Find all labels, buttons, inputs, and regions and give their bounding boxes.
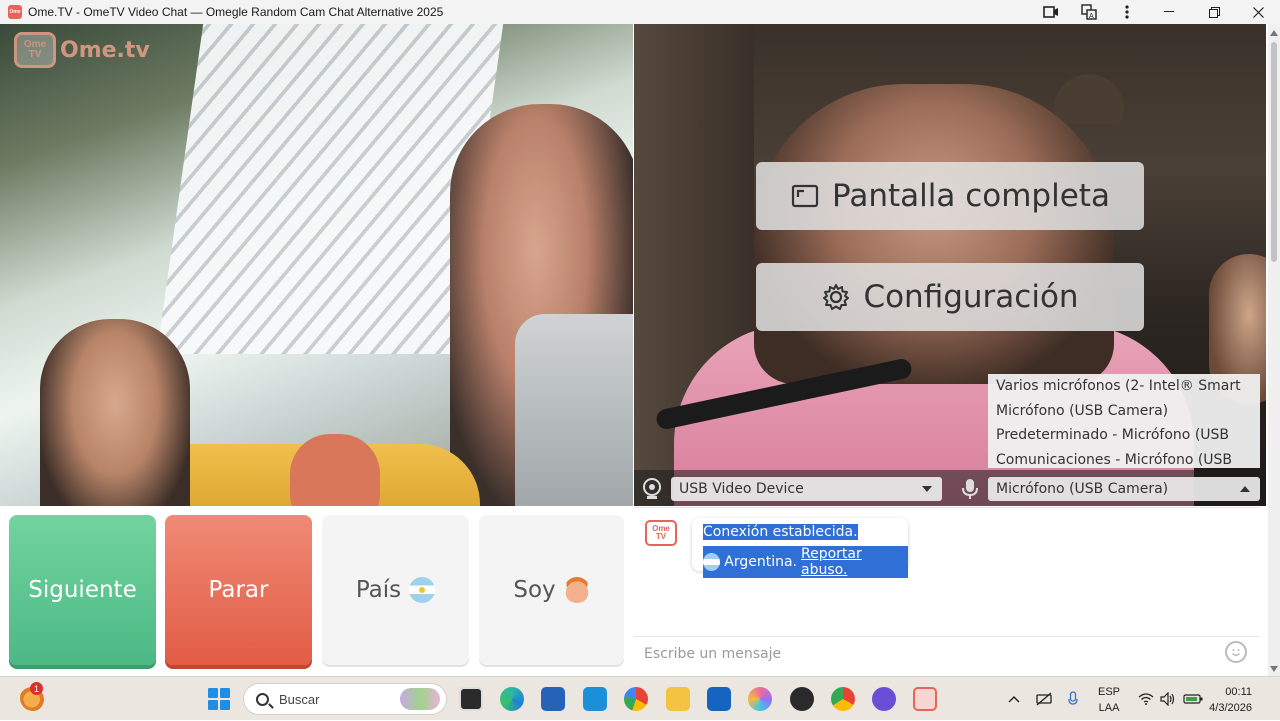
system-message: Conexión establecida. Argentina. Reporta… bbox=[692, 518, 908, 578]
window-title: Ome.TV - OmeTV Video Chat — Omegle Rando… bbox=[28, 5, 444, 19]
connection-message: Conexión establecida. bbox=[703, 524, 858, 540]
next-button[interactable]: Siguiente bbox=[9, 515, 156, 665]
scroll-down-icon[interactable] bbox=[1270, 666, 1278, 672]
chevron-down-icon bbox=[922, 486, 932, 492]
message-input[interactable] bbox=[644, 643, 1204, 665]
fullscreen-icon bbox=[791, 184, 819, 208]
notification-badge: 1 bbox=[30, 682, 43, 695]
more-menu-icon[interactable] bbox=[1108, 0, 1146, 24]
boy-emoji-icon bbox=[563, 577, 590, 603]
webcam-icon bbox=[642, 478, 662, 500]
report-abuse-link[interactable]: Reportar abuso. bbox=[801, 546, 908, 578]
battery-icon[interactable] bbox=[1183, 677, 1203, 721]
language-code: ESP bbox=[1098, 686, 1121, 698]
message-input-area bbox=[634, 636, 1259, 668]
ometv-logo-text: Ome.tv bbox=[60, 37, 150, 63]
mic-option[interactable]: Comunicaciones - Micrófono (USB bbox=[988, 448, 1260, 473]
clock-date: 4/3/2026 bbox=[1209, 702, 1252, 714]
clock-time: 00:11 bbox=[1225, 686, 1252, 698]
mic-option[interactable]: Predeterminado - Micrófono (USB bbox=[988, 423, 1260, 448]
camera-icon[interactable] bbox=[1032, 0, 1070, 24]
start-button[interactable] bbox=[208, 688, 230, 710]
mic-options-list[interactable]: Varios micrófonos (2- Intel® Smart Micró… bbox=[988, 374, 1260, 468]
device-bar: USB Video Device Micrófono (USB Camera) bbox=[634, 470, 1266, 506]
search-highlight-icon bbox=[400, 688, 440, 710]
camera-select[interactable]: USB Video Device bbox=[671, 477, 942, 501]
gear-icon bbox=[823, 284, 850, 310]
file-explorer-icon[interactable] bbox=[666, 687, 690, 711]
stranger-video: Ome TV Ome.tv bbox=[0, 24, 633, 506]
ometv-taskbar-icon[interactable] bbox=[913, 687, 937, 711]
mic-select-value: Micrófono (USB Camera) bbox=[996, 481, 1169, 497]
system-clock[interactable]: 00:11 4/3/2026 bbox=[1209, 684, 1252, 716]
copilot-icon[interactable] bbox=[748, 687, 772, 711]
scrollbar-thumb[interactable] bbox=[1271, 42, 1277, 262]
network-off-icon[interactable] bbox=[1036, 677, 1052, 721]
argentina-flag-icon bbox=[703, 553, 721, 571]
stop-label: Parar bbox=[208, 577, 269, 603]
next-label: Siguiente bbox=[28, 577, 137, 603]
chat-panel: Ome TV Conexión establecida. Argentina. … bbox=[634, 507, 1259, 667]
stop-button[interactable]: Parar bbox=[165, 515, 312, 665]
store-icon[interactable] bbox=[541, 687, 565, 711]
minimize-icon[interactable] bbox=[1146, 0, 1192, 24]
discord-icon[interactable] bbox=[872, 687, 896, 711]
restore-icon[interactable] bbox=[1192, 0, 1236, 24]
country-name: Argentina. bbox=[724, 554, 797, 570]
translate-icon[interactable]: A bbox=[1070, 0, 1108, 24]
settings-label: Configuración bbox=[863, 279, 1079, 315]
search-icon bbox=[256, 692, 269, 706]
chevron-up-icon bbox=[1240, 486, 1250, 492]
taskbar-search[interactable]: Buscar bbox=[243, 683, 447, 715]
search-placeholder: Buscar bbox=[279, 691, 320, 707]
mic-option[interactable]: Micrófono (USB Camera) bbox=[988, 399, 1260, 424]
country-button[interactable]: País bbox=[322, 515, 469, 665]
close-icon[interactable] bbox=[1236, 0, 1280, 24]
task-view-icon[interactable] bbox=[459, 687, 483, 711]
argentina-flag-icon bbox=[409, 577, 436, 603]
app-icon: Ome bbox=[8, 5, 22, 19]
outlook-icon[interactable] bbox=[707, 687, 731, 711]
obs-icon[interactable] bbox=[790, 687, 814, 711]
scroll-up-icon[interactable] bbox=[1270, 30, 1278, 36]
volume-icon[interactable] bbox=[1160, 677, 1176, 721]
taskbar: 1 Buscar ESP LAA 00:11 4/3/2026 bbox=[0, 676, 1280, 720]
microphone-icon bbox=[960, 478, 980, 500]
fullscreen-button[interactable]: Pantalla completa bbox=[756, 162, 1144, 230]
gender-button[interactable]: Soy bbox=[479, 515, 624, 665]
chrome-icon[interactable] bbox=[831, 687, 855, 711]
country-label: País bbox=[355, 577, 402, 603]
camera-select-value: USB Video Device bbox=[679, 481, 804, 497]
page-scrollbar[interactable] bbox=[1268, 24, 1280, 676]
controls-panel: Siguiente Parar País Soy bbox=[0, 507, 633, 674]
google-icon[interactable] bbox=[624, 687, 648, 711]
keyboard-layout: LAA bbox=[1098, 702, 1120, 714]
gender-label: Soy bbox=[513, 577, 556, 603]
mic-select[interactable]: Micrófono (USB Camera) bbox=[988, 477, 1260, 501]
fullscreen-label: Pantalla completa bbox=[832, 178, 1110, 214]
mic-option[interactable]: Varios micrófonos (2- Intel® Smart bbox=[988, 374, 1260, 399]
mic-tray-icon[interactable] bbox=[1068, 677, 1078, 721]
emoji-icon[interactable] bbox=[1225, 641, 1247, 663]
svg-text:A: A bbox=[1089, 13, 1094, 20]
title-bar: Ome Ome.TV - OmeTV Video Chat — Omegle R… bbox=[0, 0, 1280, 24]
language-indicator[interactable]: ESP LAA bbox=[1098, 684, 1120, 716]
tray-chevron-up-icon[interactable] bbox=[1008, 677, 1020, 721]
ometv-chat-logo-icon: Ome TV bbox=[645, 520, 677, 546]
wifi-icon[interactable] bbox=[1138, 677, 1154, 721]
edge-icon[interactable] bbox=[500, 687, 524, 711]
ometv-logo-icon: Ome TV bbox=[14, 32, 56, 68]
skype-icon[interactable] bbox=[583, 687, 607, 711]
ometv-logo: Ome TV Ome.tv bbox=[14, 32, 150, 68]
self-video: Pantalla completa Configuración Varios m… bbox=[634, 24, 1266, 506]
settings-button[interactable]: Configuración bbox=[756, 263, 1144, 331]
